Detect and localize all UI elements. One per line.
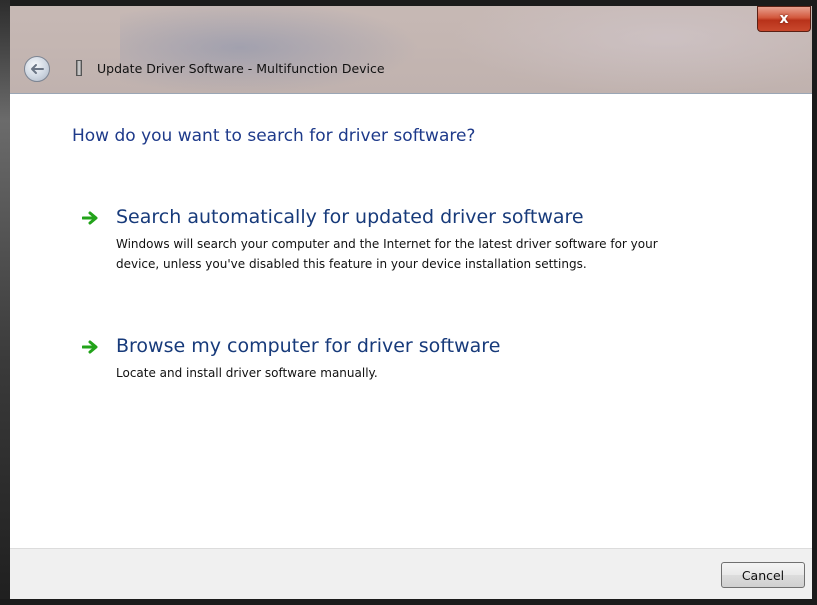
- green-arrow-icon: [82, 211, 98, 225]
- window-title: Update Driver Software - Multifunction D…: [97, 61, 385, 76]
- green-arrow-icon: [82, 340, 98, 354]
- back-button[interactable]: [24, 56, 50, 82]
- option-title: Search automatically for updated driver …: [116, 206, 584, 228]
- close-icon: x: [779, 11, 789, 27]
- window-right-border: [812, 0, 817, 605]
- close-button[interactable]: x: [757, 6, 811, 32]
- option-description: Locate and install driver software manua…: [116, 366, 378, 380]
- window-top-border: [10, 0, 817, 6]
- option-description: Windows will search your computer and th…: [116, 237, 658, 271]
- option-title: Browse my computer for driver software: [116, 335, 501, 357]
- glass-background: [120, 0, 420, 95]
- window-bottom-border: [0, 599, 817, 605]
- dialog-footer: Cancel: [10, 548, 812, 599]
- back-arrow-icon: [31, 64, 44, 74]
- glass-background-right: [450, 0, 810, 95]
- cancel-button[interactable]: Cancel: [721, 562, 805, 588]
- multifunction-device-icon: [76, 60, 82, 76]
- dialog-window: x Update Driver Software - Multifunction…: [0, 0, 817, 605]
- content-pane: How do you want to search for driver sof…: [10, 93, 812, 548]
- window-left-edge: [0, 0, 10, 605]
- page-heading: How do you want to search for driver sof…: [72, 126, 476, 146]
